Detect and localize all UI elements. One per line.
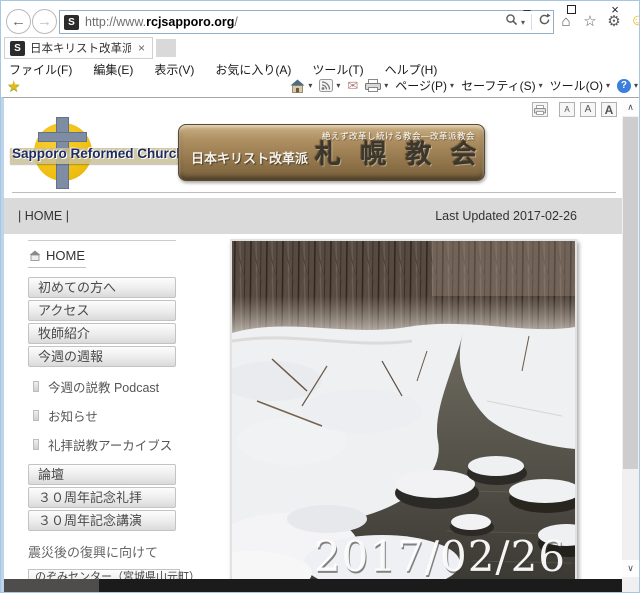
url-text[interactable]: http://www.rcjsapporo.org/ (85, 15, 505, 29)
print-button[interactable]: ▾ (365, 79, 388, 92)
scrollbar-thumb[interactable] (623, 117, 638, 469)
minimize-button[interactable]: – (505, 1, 549, 21)
vertical-scrollbar[interactable]: ∧ ∨ (622, 99, 639, 577)
back-button[interactable]: ← (6, 9, 31, 34)
page-print-icon[interactable] (532, 102, 548, 117)
scroll-down-arrow[interactable]: ∨ (622, 560, 639, 577)
site-header: A A A Sapporo Reformed Church 絶えず改革し続ける教… (4, 99, 622, 198)
house-icon (290, 79, 305, 93)
command-bar: ★ ▾ ▾ ✉ ▾ ページ(P)▾ セーフティ(S)▾ ツール(O)▾ ?▾ (1, 77, 640, 97)
text-size-controls: A A A (532, 102, 617, 117)
page-viewport: A A A Sapporo Reformed Church 絶えず改革し続ける教… (1, 97, 639, 592)
url-host: rcjsapporo.org (146, 15, 234, 29)
forward-button[interactable]: → (32, 9, 57, 34)
church-name-text: 札 幌 教 会 (315, 134, 483, 171)
url-path: / (234, 15, 237, 29)
sidebar-item-nozomi-center[interactable]: のぞみセンター（宮城県山元町） (28, 569, 180, 579)
font-size-large-button[interactable]: A (601, 102, 617, 117)
scroll-up-arrow[interactable]: ∧ (622, 99, 639, 116)
read-mail-button[interactable]: ✉ (347, 78, 358, 94)
chevron-down-icon: ▾ (634, 81, 638, 90)
sidebar-item-first-visit[interactable]: 初めての方へ (28, 277, 176, 298)
chevron-down-icon: ▾ (450, 81, 454, 90)
safety-menu-button[interactable]: セーフティ(S)▾ (461, 77, 543, 94)
sidebar-item-weekly-bulletin[interactable]: 今週の週報 (28, 346, 176, 367)
sidebar-nav: HOME 初めての方へ アクセス 牧師紹介 今週の週報 今週の説教 Podcas… (28, 240, 180, 579)
sidebar-item-30th-lecture[interactable]: ３０周年記念講演 (28, 510, 176, 531)
close-window-button[interactable]: × (593, 1, 637, 21)
page-menu-button[interactable]: ページ(P)▾ (395, 77, 454, 94)
tools-menu-button[interactable]: ツール(O)▾ (550, 77, 610, 94)
last-updated-text: Last Updated 2017-02-26 (435, 209, 577, 223)
window-controls: – × (505, 1, 637, 21)
font-size-small-button[interactable]: A (559, 102, 575, 117)
favorites-bar-star-icon[interactable]: ★ (7, 77, 20, 95)
chevron-down-icon: ▾ (336, 81, 340, 90)
address-bar[interactable]: S http://www.rcjsapporo.org/ ▾ (59, 10, 554, 34)
maximize-icon (567, 5, 576, 14)
sidebar-item-podcast[interactable]: 今週の説教 Podcast (33, 377, 180, 396)
chevron-down-icon: ▾ (384, 81, 388, 90)
footer-left-segment (4, 579, 99, 592)
status-band: | HOME | Last Updated 2017-02-26 (4, 198, 622, 234)
home-page-button[interactable]: ▾ (290, 79, 312, 93)
page-menu-label: ページ(P) (395, 77, 447, 94)
help-menu-button[interactable]: ?▾ (617, 79, 638, 93)
printer-icon (365, 79, 381, 92)
font-size-medium-button[interactable]: A (580, 102, 596, 117)
list-bar-icon (33, 439, 39, 450)
sidebar-item-sermon-archives[interactable]: 礼拝説教アーカイブス (33, 435, 180, 454)
chevron-down-icon: ▾ (606, 81, 610, 90)
sidebar-home-label: HOME (46, 248, 85, 263)
divider (12, 192, 616, 193)
sidebar-item-30th-worship[interactable]: ３０周年記念礼拝 (28, 487, 176, 508)
chevron-down-icon: ▾ (308, 81, 312, 90)
chevron-down-icon: ▾ (539, 81, 543, 90)
tab-sapporo-church[interactable]: S 日本キリスト改革派札幌教会 × (4, 37, 153, 59)
sidebar-item-pastor[interactable]: 牧師紹介 (28, 323, 176, 344)
church-name-plaque: 絶えず改革し続ける教会―改革派教会 日本キリスト改革派 札 幌 教 会 (178, 124, 485, 181)
tab-title: 日本キリスト改革派札幌教会 (30, 40, 131, 56)
sublink-label: 礼拝説教アーカイブス (48, 435, 172, 454)
home-icon (29, 250, 41, 261)
denomination-text: 日本キリスト改革派 (191, 148, 308, 167)
tab-close-icon[interactable]: × (136, 41, 147, 55)
feeds-button[interactable]: ▾ (319, 79, 340, 92)
scrollbar-corner (622, 577, 639, 592)
tab-favicon: S (10, 41, 25, 56)
list-bar-icon (33, 410, 39, 421)
list-bar-icon (33, 381, 39, 392)
sublink-label: 今週の説教 Podcast (48, 377, 159, 396)
help-icon: ? (617, 79, 631, 93)
url-scheme: http://www. (85, 15, 146, 29)
tab-bar: S 日本キリスト改革派札幌教会 × (1, 37, 640, 60)
cross-icon (38, 132, 87, 142)
plaque-main-text: 日本キリスト改革派 札 幌 教 会 (191, 134, 478, 171)
hero-photo-link[interactable]: 2017/02/26 2017/02/26 (230, 239, 577, 579)
breadcrumb[interactable]: | HOME | (18, 209, 69, 223)
recovery-section-label: 震災後の復興に向けて (28, 542, 180, 561)
safety-menu-label: セーフティ(S) (461, 77, 536, 94)
tools-menu-label: ツール(O) (550, 77, 603, 94)
date-overlay: 2017/02/26 (314, 532, 566, 579)
browser-window: – × ← → S http://www.rcjsapporo.org/ ▾ ⌂… (0, 0, 640, 593)
command-bar-buttons: ▾ ▾ ✉ ▾ ページ(P)▾ セーフティ(S)▾ ツール(O)▾ ?▾ (290, 77, 638, 94)
content-area: HOME 初めての方へ アクセス 牧師紹介 今週の週報 今週の説教 Podcas… (4, 234, 622, 579)
logo-text: Sapporo Reformed Church (12, 146, 184, 161)
rss-icon (319, 79, 333, 92)
webpage: A A A Sapporo Reformed Church 絶えず改革し続ける教… (4, 99, 622, 579)
winter-river-photo: 2017/02/26 2017/02/26 (232, 241, 575, 579)
site-favicon: S (64, 15, 79, 30)
sidebar-item-access[interactable]: アクセス (28, 300, 176, 321)
divider (28, 240, 176, 241)
sublink-label: お知らせ (48, 406, 98, 425)
sidebar-item-rondan[interactable]: 論壇 (28, 464, 176, 485)
maximize-button[interactable] (549, 1, 593, 21)
new-tab-button[interactable] (156, 39, 176, 57)
church-logo[interactable]: Sapporo Reformed Church (10, 117, 182, 191)
page-footer-bar (4, 579, 622, 592)
sidebar-item-home[interactable]: HOME (28, 246, 86, 268)
sidebar-item-news[interactable]: お知らせ (33, 406, 180, 425)
